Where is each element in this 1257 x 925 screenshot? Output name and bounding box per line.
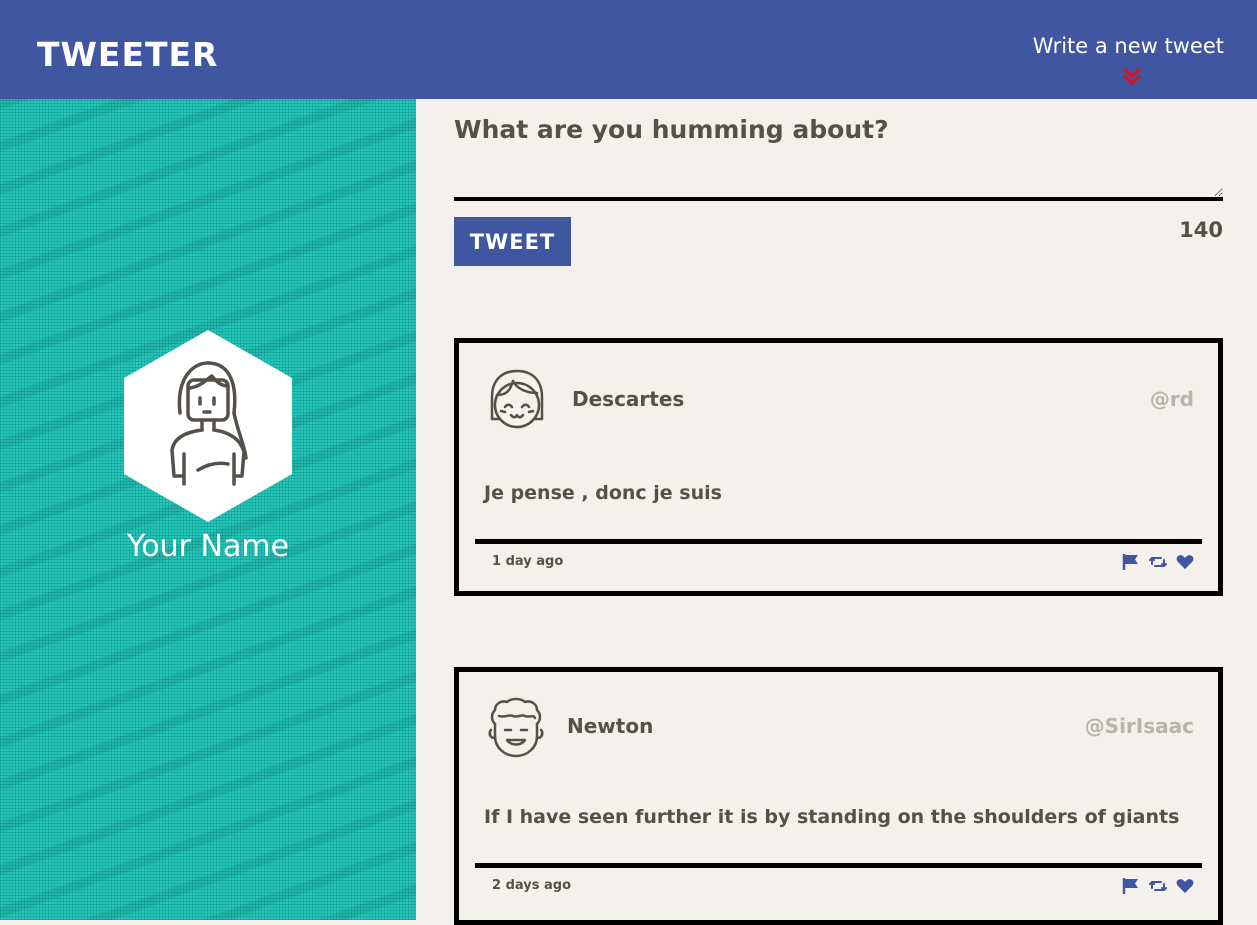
- flag-icon[interactable]: [1122, 877, 1140, 895]
- woman-avatar-icon: [170, 361, 248, 486]
- retweet-icon[interactable]: [1149, 877, 1167, 895]
- retweet-icon[interactable]: [1149, 553, 1167, 571]
- girl-avatar-icon: [490, 369, 544, 429]
- profile-sidebar: Your Name: [0, 99, 416, 920]
- tweet-divider: [475, 863, 1202, 868]
- tweet-divider: [475, 539, 1202, 544]
- char-counter: 140: [1179, 218, 1223, 242]
- tweet-actions: [1122, 553, 1194, 571]
- tweet-handle[interactable]: @SirIsaac: [1085, 714, 1194, 738]
- tweet-handle[interactable]: @rd: [1150, 387, 1194, 411]
- tweet-button[interactable]: TWEET: [454, 217, 571, 266]
- curly-hair-avatar-icon: [488, 697, 544, 758]
- compose-prompt: What are you humming about?: [454, 115, 889, 144]
- main-content: What are you humming about? TWEET 140 De…: [416, 99, 1257, 925]
- tweet-content: Je pense , donc je suis: [484, 482, 722, 504]
- tweet-content: If I have seen further it is by standing…: [484, 806, 1180, 828]
- compose-tweet-input[interactable]: [454, 161, 1223, 201]
- heart-icon[interactable]: [1176, 877, 1194, 895]
- flag-icon[interactable]: [1122, 553, 1140, 571]
- write-new-tweet-link[interactable]: Write a new tweet: [1033, 36, 1224, 57]
- tweet-timestamp: 2 days ago: [492, 878, 571, 893]
- profile-avatar: [124, 330, 292, 522]
- heart-icon[interactable]: [1176, 553, 1194, 571]
- tweet-timestamp: 1 day ago: [492, 554, 564, 569]
- tweet-card: Descartes @rd Je pense , donc je suis 1 …: [454, 338, 1223, 596]
- double-chevron-down-icon[interactable]: [1122, 66, 1142, 86]
- profile-name: Your Name: [126, 529, 290, 564]
- top-nav: TWEETER Write a new tweet: [0, 0, 1257, 99]
- brand-logo[interactable]: TWEETER: [37, 38, 218, 71]
- tweet-author: Newton: [567, 714, 654, 738]
- tweet-author: Descartes: [572, 387, 685, 411]
- tweet-actions: [1122, 877, 1194, 895]
- tweet-card: Newton @SirIsaac If I have seen further …: [454, 667, 1223, 925]
